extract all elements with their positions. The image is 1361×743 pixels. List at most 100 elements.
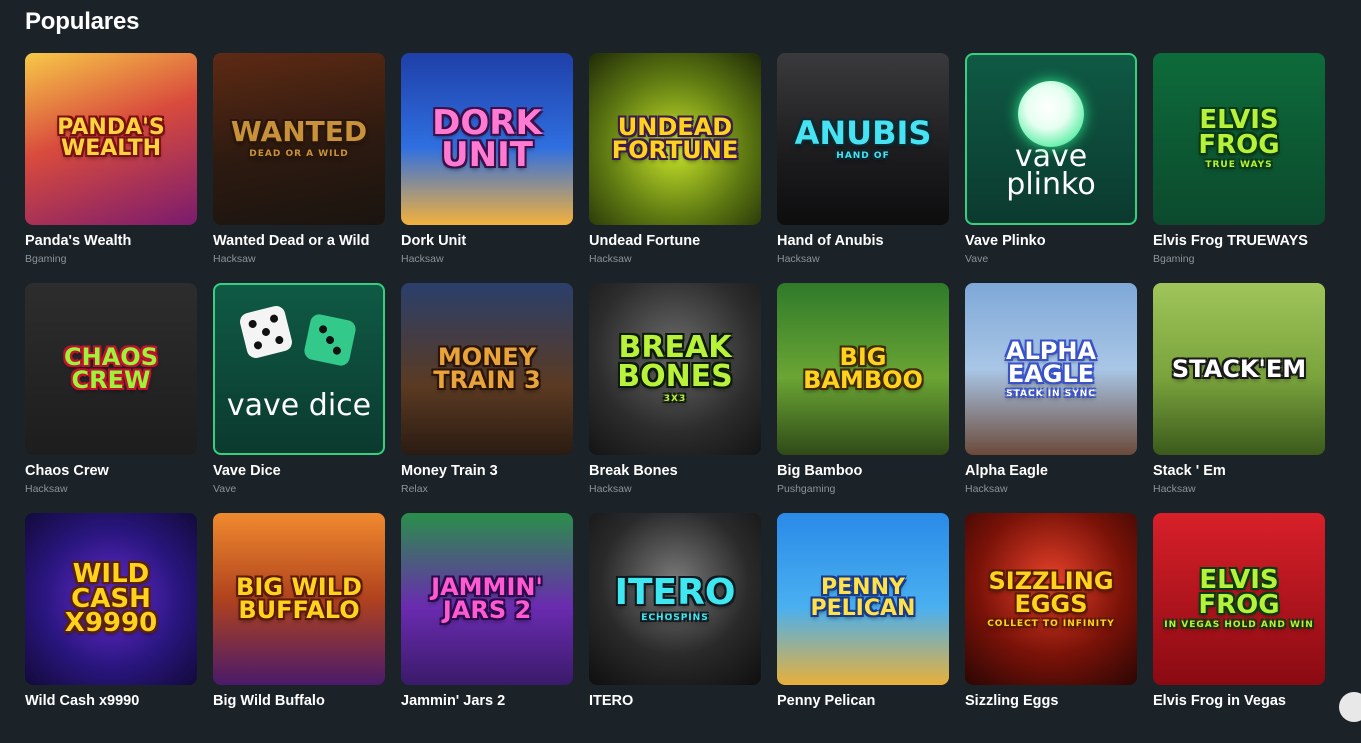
game-card[interactable]: Stack'em Stack ' Em Hacksaw	[1153, 283, 1325, 513]
game-provider: Bgaming	[1153, 253, 1195, 265]
game-thumbnail[interactable]: Alpha Eagle stack in sync	[965, 283, 1137, 455]
game-logo: Big Wild Buffalo	[236, 573, 362, 624]
game-title[interactable]: Wanted Dead or a Wild	[213, 233, 385, 249]
game-thumbnail[interactable]: vave dice	[213, 283, 385, 455]
game-title[interactable]: Elvis Frog TRUEWAYS	[1153, 233, 1325, 249]
game-card[interactable]: Undead Fortune Undead Fortune Hacksaw	[589, 53, 761, 283]
game-title[interactable]: Wild Cash x9990	[25, 693, 197, 709]
game-title[interactable]: Hand of Anubis	[777, 233, 949, 249]
games-grid: Panda's Wealth Panda's Wealth Bgaming Wante…	[25, 53, 1325, 743]
game-provider: Hacksaw	[777, 253, 820, 265]
game-logo-subtitle: 3x3	[663, 394, 687, 405]
game-logo-subtitle: stack in sync	[1006, 388, 1096, 399]
game-logo: Itero	[614, 571, 736, 613]
game-card[interactable]: Elvis Frog In Vegas Hold and Win Elvis Fro…	[1153, 513, 1325, 743]
game-logo: vave plinko	[1006, 138, 1096, 202]
game-title[interactable]: Dork Unit	[401, 233, 573, 249]
game-logo: vave dice	[226, 387, 372, 423]
scroll-button[interactable]	[1339, 692, 1361, 722]
game-card[interactable]: Dork Unit Dork Unit Hacksaw	[401, 53, 573, 283]
game-title[interactable]: Penny Pelican	[777, 693, 949, 709]
game-thumbnail[interactable]: Elvis Frog In Vegas Hold and Win	[1153, 513, 1325, 685]
section-title: Populares	[25, 8, 140, 35]
game-thumbnail[interactable]: Chaos Crew	[25, 283, 197, 455]
game-logo-subtitle: Hand of	[836, 150, 890, 161]
game-provider: Hacksaw	[25, 483, 68, 495]
game-provider: Hacksaw	[213, 253, 256, 265]
plinko-ball-icon	[1018, 81, 1084, 147]
game-card[interactable]: vave dice Vave Dice Vave	[213, 283, 385, 513]
game-title[interactable]: Sizzling Eggs	[965, 693, 1137, 709]
game-logo: Money Train 3	[433, 343, 541, 394]
game-thumbnail[interactable]: Wild Cash x9990	[25, 513, 197, 685]
game-logo: Penny Pelican	[810, 575, 916, 621]
game-title[interactable]: Panda's Wealth	[25, 233, 197, 249]
game-card[interactable]: Panda's Wealth Panda's Wealth Bgaming	[25, 53, 197, 283]
game-card[interactable]: Elvis Frog True Ways Elvis Frog TRUEWAYS Bg…	[1153, 53, 1325, 283]
game-thumbnail[interactable]: Wanted Dead or a Wild	[213, 53, 385, 225]
game-thumbnail[interactable]: vave plinko	[965, 53, 1137, 225]
game-card[interactable]: Itero EchoSpins ITERO	[589, 513, 761, 743]
game-thumbnail[interactable]: Sizzling Eggs Collect to Infinity	[965, 513, 1137, 685]
game-title[interactable]: Stack ' Em	[1153, 463, 1325, 479]
game-title[interactable]: Vave Dice	[213, 463, 385, 479]
game-card[interactable]: Big Bamboo Big Bamboo Pushgaming	[777, 283, 949, 513]
game-provider: Relax	[401, 483, 428, 495]
game-provider: Vave	[965, 253, 989, 265]
game-card[interactable]: Money Train 3 Money Train 3 Relax	[401, 283, 573, 513]
game-thumbnail[interactable]: Stack'em	[1153, 283, 1325, 455]
game-title[interactable]: Alpha Eagle	[965, 463, 1137, 479]
game-thumbnail[interactable]: Big Bamboo	[777, 283, 949, 455]
game-title[interactable]: Chaos Crew	[25, 463, 197, 479]
game-card[interactable]: Sizzling Eggs Collect to Infinity Sizzling…	[965, 513, 1137, 743]
game-thumbnail[interactable]: Penny Pelican	[777, 513, 949, 685]
game-thumbnail[interactable]: Money Train 3	[401, 283, 573, 455]
game-provider: Hacksaw	[965, 483, 1008, 495]
game-title[interactable]: Break Bones	[589, 463, 761, 479]
game-card[interactable]: Wanted Dead or a Wild Wanted Dead or a Wil…	[213, 53, 385, 283]
game-title[interactable]: Money Train 3	[401, 463, 573, 479]
game-title[interactable]: Vave Plinko	[965, 233, 1137, 249]
game-thumbnail[interactable]: Dork Unit	[401, 53, 573, 225]
game-card[interactable]: Big Wild Buffalo Big Wild Buffalo	[213, 513, 385, 743]
game-card[interactable]: Jammin' Jars 2 Jammin' Jars 2	[401, 513, 573, 743]
game-logo-subtitle: EchoSpins	[641, 612, 709, 623]
game-thumbnail[interactable]: Big Wild Buffalo	[213, 513, 385, 685]
game-title[interactable]: Jammin' Jars 2	[401, 693, 573, 709]
game-title[interactable]: Elvis Frog in Vegas	[1153, 693, 1325, 709]
game-card[interactable]: Wild Cash x9990 Wild Cash x9990	[25, 513, 197, 743]
game-title[interactable]: ITERO	[589, 693, 761, 709]
game-logo: Elvis Frog	[1198, 105, 1280, 160]
game-provider: Hacksaw	[589, 253, 632, 265]
game-title[interactable]: Undead Fortune	[589, 233, 761, 249]
game-thumbnail[interactable]: Panda's Wealth	[25, 53, 197, 225]
game-thumbnail[interactable]: Jammin' Jars 2	[401, 513, 573, 685]
game-thumbnail[interactable]: Itero EchoSpins	[589, 513, 761, 685]
game-logo: Stack'em	[1171, 354, 1307, 383]
game-card[interactable]: Penny Pelican Penny Pelican	[777, 513, 949, 743]
game-logo-subtitle: Collect to Infinity	[987, 618, 1115, 629]
game-logo: Wild Cash x9990	[64, 558, 158, 639]
game-logo: Elvis Frog	[1198, 565, 1280, 620]
game-provider: Hacksaw	[589, 483, 632, 495]
game-logo-subtitle: True Ways	[1205, 160, 1273, 171]
game-logo: Wanted	[230, 115, 368, 149]
game-logo: Anubis	[794, 113, 932, 152]
game-card[interactable]: Anubis Hand of Hand of Anubis Hacksaw	[777, 53, 949, 283]
game-card[interactable]: vave plinko Vave Plinko Vave	[965, 53, 1137, 283]
game-thumbnail[interactable]: Break Bones 3x3	[589, 283, 761, 455]
game-logo: Panda's Wealth	[57, 115, 165, 161]
game-thumbnail[interactable]: Anubis Hand of	[777, 53, 949, 225]
game-card[interactable]: Chaos Crew Chaos Crew Hacksaw	[25, 283, 197, 513]
game-card[interactable]: Break Bones 3x3 Break Bones Hacksaw	[589, 283, 761, 513]
game-logo: Big Bamboo	[803, 343, 923, 394]
dice-icon	[215, 301, 383, 379]
game-thumbnail[interactable]: Elvis Frog True Ways	[1153, 53, 1325, 225]
game-provider: Hacksaw	[401, 253, 444, 265]
game-card[interactable]: Alpha Eagle stack in sync Alpha Eagle Hacks…	[965, 283, 1137, 513]
game-title[interactable]: Big Wild Buffalo	[213, 693, 385, 709]
game-logo: Undead Fortune	[611, 113, 739, 164]
game-thumbnail[interactable]: Undead Fortune	[589, 53, 761, 225]
game-title[interactable]: Big Bamboo	[777, 463, 949, 479]
game-logo: Alpha Eagle	[1005, 336, 1097, 388]
